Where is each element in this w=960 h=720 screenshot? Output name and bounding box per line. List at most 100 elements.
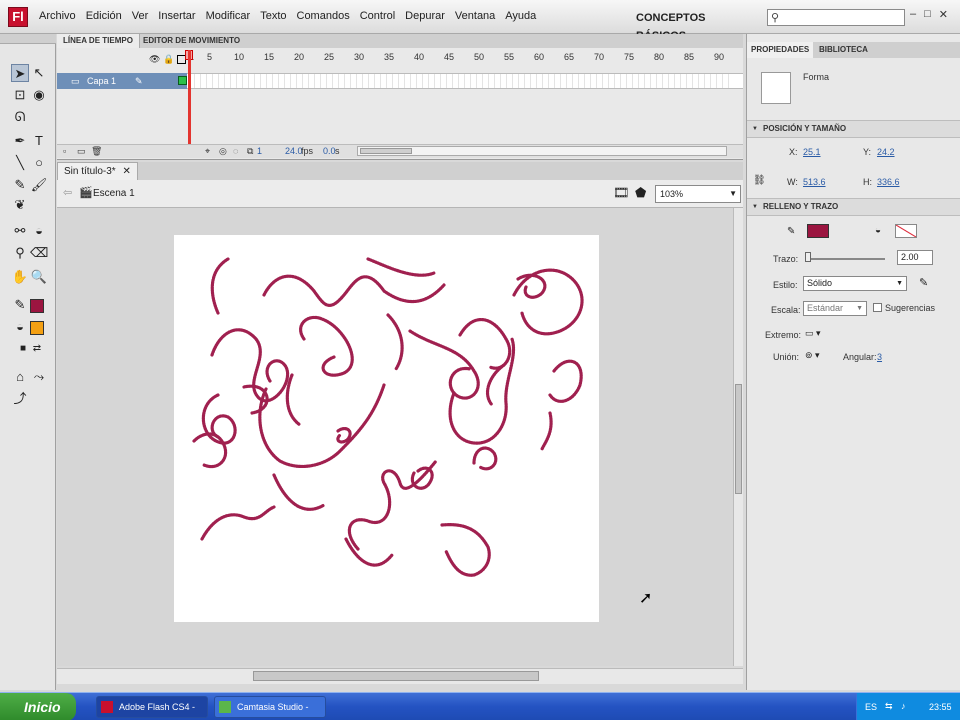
playhead[interactable] [188, 50, 191, 158]
stroke-color-swatch[interactable] [30, 299, 44, 313]
pen-tool-icon[interactable]: ✒ [11, 132, 29, 150]
hints-checkbox[interactable] [873, 303, 882, 312]
language-indicator[interactable]: ES [865, 702, 877, 712]
tab-properties[interactable]: PROPIEDADES [747, 42, 814, 58]
document-tab[interactable]: Sin título-3* ✕ [57, 162, 138, 180]
w-value[interactable]: 513.6 [803, 177, 826, 187]
tab-motion-editor[interactable]: EDITOR DE MOVIMIENTO [137, 34, 246, 48]
eyedropper-tool-icon[interactable]: ⚲ [11, 244, 29, 262]
workspace-switcher[interactable]: CONCEPTOS BÁSICOS▼ [636, 9, 758, 42]
hand-tool-icon[interactable]: ✋ [11, 268, 29, 286]
join-select[interactable]: ⊚ ▾ [805, 350, 820, 361]
h-value[interactable]: 336.6 [877, 177, 900, 187]
menu-ver[interactable]: Ver [127, 10, 154, 22]
layer-outline-color[interactable] [178, 76, 187, 85]
start-button[interactable]: Inicio [0, 693, 76, 720]
flash-logo[interactable]: Fl [8, 7, 28, 27]
lock-ratio-icon[interactable]: ⛓ [753, 175, 766, 186]
menu-depurar[interactable]: Depurar [400, 10, 450, 22]
stage[interactable] [174, 235, 599, 622]
center-frame-icon[interactable]: ⌖ [205, 146, 210, 157]
lock-icon[interactable]: 🔒 [163, 54, 174, 65]
task-flash[interactable]: Adobe Flash CS4 - Si... [96, 696, 208, 718]
menu-modificar[interactable]: Modificar [201, 10, 256, 22]
menu-edicion[interactable]: Edición [81, 10, 127, 22]
new-folder-icon[interactable]: ▭ [77, 146, 86, 157]
brush-tool-icon[interactable]: 🖌 [30, 176, 48, 194]
section-position-size[interactable]: POSICIÓN Y TAMAÑO [747, 120, 960, 138]
menu-ventana[interactable]: Ventana [450, 10, 500, 22]
network-icon[interactable]: ⇆ [885, 701, 893, 712]
pencil-drawing[interactable] [174, 235, 599, 622]
elapsed-time[interactable]: 0.0 [323, 146, 336, 156]
new-layer-icon[interactable]: ▫ [63, 146, 66, 156]
section-fill-stroke[interactable]: RELLENO Y TRAZO [747, 198, 960, 216]
clock[interactable]: 23:55 [929, 702, 952, 712]
line-tool-icon[interactable]: ╲ [11, 154, 29, 172]
menu-ayuda[interactable]: Ayuda [500, 10, 541, 22]
paint-bucket-tool-icon[interactable]: ◒ [30, 222, 48, 240]
stroke-slider[interactable] [805, 258, 885, 260]
frame-ruler[interactable]: 1 5 10 15 20 25 30 35 40 45 50 55 60 65 … [187, 50, 733, 64]
menu-insertar[interactable]: Insertar [153, 10, 200, 22]
stage-vertical-scrollbar[interactable] [733, 208, 743, 666]
minimize-icon[interactable]: – [910, 8, 916, 21]
bone-tool-icon[interactable]: ⚯ [11, 222, 29, 240]
selection-tool-icon[interactable]: ➤ [11, 64, 29, 82]
tools-grip[interactable] [0, 34, 56, 44]
eye-icon[interactable]: 👁 [149, 54, 160, 65]
task-camtasia[interactable]: Camtasia Studio - Unt... [214, 696, 326, 718]
cap-select[interactable]: ▭ ▾ [805, 328, 821, 339]
text-tool-icon[interactable]: T [30, 132, 48, 150]
scale-select[interactable]: Estándar ▼ [803, 301, 867, 316]
y-value[interactable]: 24.2 [877, 147, 895, 157]
menu-comandos[interactable]: Comandos [292, 10, 355, 22]
close-icon[interactable]: ✕ [939, 8, 948, 21]
smooth-icon[interactable]: ⤳ [30, 368, 48, 386]
timeline-scroll-thumb[interactable] [360, 148, 412, 154]
tab-timeline[interactable]: LÍNEA DE TIEMPO [57, 34, 140, 48]
lasso-tool-icon[interactable]: ᘏ [11, 108, 29, 126]
back-arrow-icon[interactable]: ⇦ [63, 186, 72, 199]
menu-archivo[interactable]: Archivo [34, 10, 81, 22]
vertical-scroll-thumb[interactable] [735, 384, 742, 494]
frame-rate[interactable]: 24.0 [285, 146, 303, 156]
frame-grid[interactable] [189, 74, 729, 88]
menu-texto[interactable]: Texto [255, 10, 291, 22]
snap-magnet-icon[interactable]: ⌂ [11, 368, 29, 386]
fill-color-swatch[interactable] [895, 224, 917, 238]
help-search-input[interactable]: ⚲ [767, 9, 905, 26]
horizontal-scroll-thumb[interactable] [253, 671, 539, 681]
stroke-width-input[interactable]: 2.00 [897, 250, 933, 265]
swap-colors-icon[interactable]: ⇄ [28, 340, 46, 358]
stage-horizontal-scrollbar[interactable] [57, 668, 743, 684]
pencil-tool-icon[interactable]: ✎ [11, 176, 29, 194]
scene-name[interactable]: Escena 1 [93, 188, 135, 199]
maximize-icon[interactable]: □ [924, 8, 931, 21]
subselection-tool-icon[interactable]: ↖ [30, 64, 48, 82]
free-transform-tool-icon[interactable]: ⊡ [11, 86, 29, 104]
edit-symbol-icon[interactable]: ⬟ [635, 185, 646, 201]
stroke-color-swatch[interactable] [807, 224, 829, 238]
menu-control[interactable]: Control [355, 10, 400, 22]
deco-tool-icon[interactable]: ❦ [11, 196, 29, 214]
volume-icon[interactable]: ♪ [901, 701, 906, 711]
stroke-slider-handle[interactable] [805, 252, 811, 262]
onion-skin-icon[interactable]: ◎ [219, 146, 227, 157]
fill-color-swatch[interactable] [30, 321, 44, 335]
x-value[interactable]: 25.1 [803, 147, 821, 157]
tab-library[interactable]: BIBLIOTECA [815, 42, 872, 58]
edit-stroke-style-icon[interactable]: ✎ [919, 276, 928, 289]
close-icon[interactable]: ✕ [122, 166, 130, 177]
edit-scene-icon[interactable]: 🎞 [613, 185, 630, 201]
timeline-scrollbar[interactable] [357, 146, 727, 156]
delete-layer-icon[interactable]: 🗑 [91, 146, 102, 157]
style-select[interactable]: Sólido ▼ [803, 276, 907, 291]
3d-rotation-tool-icon[interactable]: ◉ [30, 86, 48, 104]
current-frame[interactable]: 1 [257, 146, 262, 156]
zoom-select[interactable]: 103% ▼ [655, 185, 741, 203]
zoom-tool-icon[interactable]: 🔍 [30, 268, 48, 286]
angle-value[interactable]: 3 [877, 352, 882, 362]
eraser-tool-icon[interactable]: ⌫ [30, 244, 48, 262]
straighten-icon[interactable]: ⤴ [11, 390, 29, 408]
